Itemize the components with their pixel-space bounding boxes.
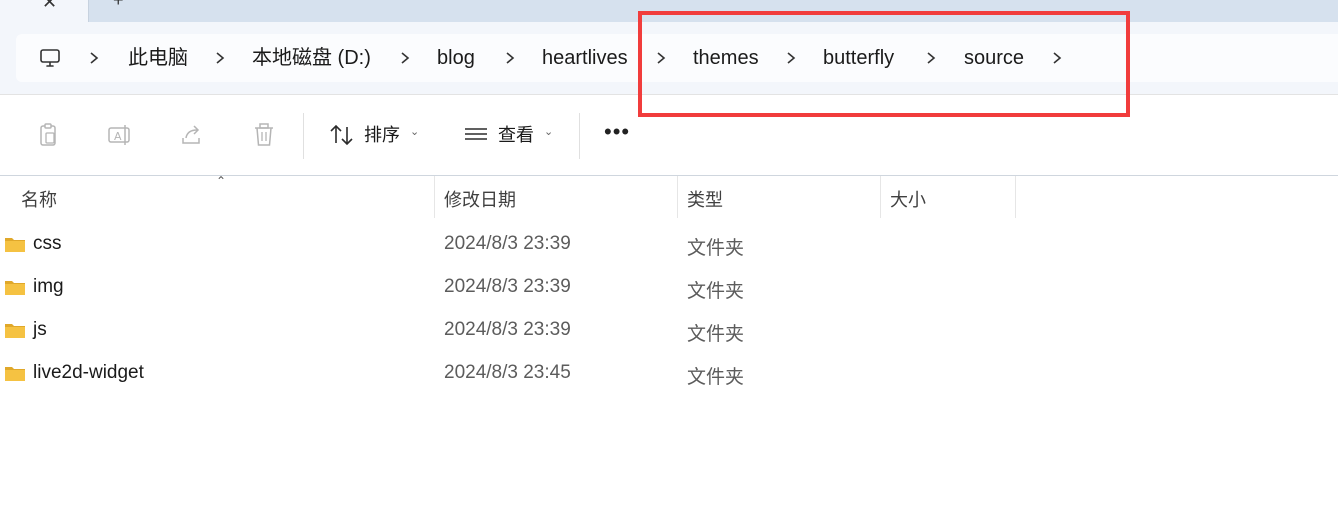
close-tab-icon[interactable]: ✕ [42, 0, 57, 13]
column-divider[interactable] [434, 176, 435, 218]
file-row[interactable]: img 2024/8/3 23:39 文件夹 [0, 266, 1338, 309]
file-type: 文件夹 [687, 281, 745, 302]
file-row[interactable]: live2d-widget 2024/8/3 23:45 文件夹 [0, 352, 1338, 395]
folder-icon [5, 367, 25, 381]
file-modified: 2024/8/3 23:45 [444, 362, 571, 383]
breadcrumb-butterfly[interactable]: butterfly [823, 46, 894, 70]
toolbar-separator [303, 113, 304, 159]
column-divider[interactable] [677, 176, 678, 218]
chevron-right-icon[interactable] [87, 47, 101, 69]
view-list-icon[interactable] [462, 121, 490, 149]
address-area: 此电脑 本地磁盘 (D:) blog heartlives themes but… [0, 22, 1338, 94]
column-header-modified[interactable]: 修改日期 [444, 186, 516, 212]
active-tab[interactable]: ✕ [0, 0, 88, 22]
tab-strip: ✕ + [0, 0, 1338, 22]
share-icon[interactable] [178, 121, 206, 149]
tab-bar-background: + [88, 0, 1338, 22]
file-row[interactable]: js 2024/8/3 23:39 文件夹 [0, 309, 1338, 352]
toolbar-separator [579, 113, 580, 159]
file-row[interactable]: css 2024/8/3 23:39 文件夹 [0, 223, 1338, 266]
sort-button-label[interactable]: 排序 [364, 123, 400, 147]
file-name[interactable]: js [33, 319, 47, 341]
column-divider[interactable] [1015, 176, 1016, 218]
file-name[interactable]: img [33, 276, 64, 298]
sort-ascending-icon: ⌃ [216, 174, 227, 188]
breadcrumb-source[interactable]: source [964, 46, 1024, 70]
file-type: 文件夹 [687, 238, 745, 259]
folder-icon [5, 324, 25, 338]
column-header-size[interactable]: 大小 [890, 186, 926, 212]
chevron-right-icon[interactable] [654, 47, 668, 69]
chevron-right-icon[interactable] [924, 47, 938, 69]
folder-icon [5, 238, 25, 252]
column-header-row: ⌃ 名称 修改日期 类型 大小 [0, 174, 1338, 218]
file-modified: 2024/8/3 23:39 [444, 276, 571, 297]
monitor-icon[interactable] [38, 46, 62, 70]
file-type: 文件夹 [687, 367, 745, 388]
chevron-right-icon[interactable] [503, 47, 517, 69]
file-type: 文件夹 [687, 324, 745, 345]
file-modified: 2024/8/3 23:39 [444, 233, 571, 254]
breadcrumb-blog[interactable]: blog [437, 46, 475, 70]
chevron-right-icon[interactable] [213, 47, 227, 69]
svg-text:A: A [114, 130, 122, 143]
file-name[interactable]: css [33, 233, 62, 255]
address-bar[interactable]: 此电脑 本地磁盘 (D:) blog heartlives themes but… [16, 34, 1338, 82]
chevron-down-icon[interactable]: ⌄ [544, 125, 553, 138]
column-header-name[interactable]: 名称 [21, 186, 57, 212]
command-bar: A 排序 ⌄ 查看 ⌄ ••• [0, 95, 1338, 175]
breadcrumb-local-disk[interactable]: 本地磁盘 (D:) [252, 46, 371, 70]
sort-icon[interactable] [328, 121, 356, 149]
file-name[interactable]: live2d-widget [33, 362, 144, 384]
file-modified: 2024/8/3 23:39 [444, 319, 571, 340]
chevron-right-icon[interactable] [784, 47, 798, 69]
clipboard-icon[interactable] [34, 121, 62, 149]
view-button-label[interactable]: 查看 [498, 123, 534, 147]
folder-icon [5, 281, 25, 295]
column-divider[interactable] [880, 176, 881, 218]
breadcrumb-this-pc[interactable]: 此电脑 [128, 46, 188, 70]
trash-icon[interactable] [250, 121, 278, 149]
rename-icon[interactable]: A [106, 121, 134, 149]
new-tab-icon[interactable]: + [113, 0, 124, 11]
column-header-type[interactable]: 类型 [687, 186, 723, 212]
chevron-right-icon[interactable] [398, 47, 412, 69]
more-options-button[interactable]: ••• [604, 119, 630, 145]
breadcrumb-heartlives[interactable]: heartlives [542, 46, 628, 70]
breadcrumb-themes[interactable]: themes [693, 46, 759, 70]
chevron-down-icon[interactable]: ⌄ [410, 125, 419, 138]
chevron-right-icon[interactable] [1050, 47, 1064, 69]
